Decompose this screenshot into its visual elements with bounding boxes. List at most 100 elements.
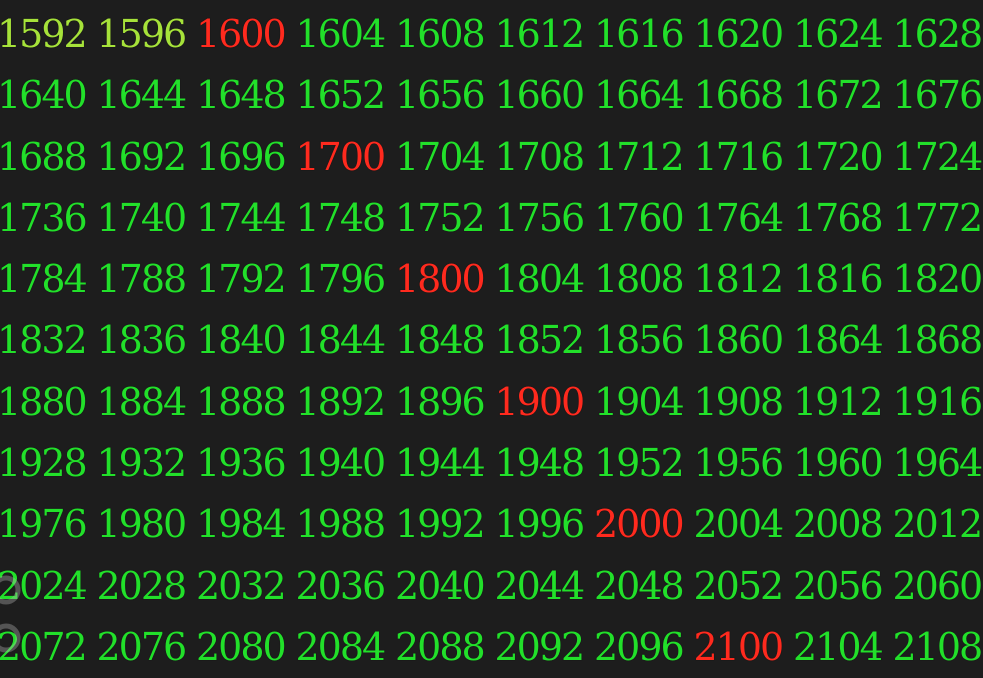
year-cell: 1724 [893,127,983,188]
year-cell: 2040 [395,556,495,617]
year-cell: 1624 [793,4,893,65]
year-cell: 1676 [893,65,983,126]
year-cell: 1836 [97,310,197,371]
year-cell: 1708 [495,127,595,188]
year-cell: 1868 [893,310,983,371]
year-cell: 1692 [97,127,197,188]
year-cell: 1764 [694,188,794,249]
year-cell: 1720 [793,127,893,188]
year-cell: 1640 [0,65,97,126]
year-cell: 1884 [97,372,197,433]
year-cell: 2088 [395,617,495,678]
year-cell: 1748 [296,188,396,249]
year-cell: 1656 [395,65,495,126]
year-cell: 1704 [395,127,495,188]
year-cell: 1932 [97,433,197,494]
year-cell-highlighted: 1700 [296,127,396,188]
year-cell: 1672 [793,65,893,126]
year-cell: 1628 [893,4,983,65]
year-cell: 1608 [395,4,495,65]
year-cell: 1616 [594,4,694,65]
year-cell: 1840 [196,310,296,371]
year-cell: 2008 [793,494,893,555]
year-cell: 1612 [495,4,595,65]
year-cell-highlighted: 2100 [694,617,794,678]
year-cell: 1752 [395,188,495,249]
year-cell: 1976 [0,494,97,555]
year-cell: 1796 [296,249,396,310]
year-cell: 2104 [793,617,893,678]
year-cell: 1808 [594,249,694,310]
year-cell: 1852 [495,310,595,371]
year-cell: 2012 [893,494,983,555]
year-cell: 1760 [594,188,694,249]
year-cell-highlighted: 1800 [395,249,495,310]
year-cell: 1804 [495,249,595,310]
year-cell: 1892 [296,372,396,433]
year-cell: 1984 [196,494,296,555]
year-cell: 1688 [0,127,97,188]
year-cell: 1596 [97,4,197,65]
year-cell: 1988 [296,494,396,555]
year-cell: 1784 [0,249,97,310]
year-cell: 1888 [196,372,296,433]
year-cell: 1940 [296,433,396,494]
year-cell: 1860 [694,310,794,371]
year-cell: 1960 [793,433,893,494]
year-cell: 1644 [97,65,197,126]
year-cell: 2060 [893,556,983,617]
year-cell: 1792 [196,249,296,310]
year-cell: 1772 [893,188,983,249]
year-cell: 2080 [196,617,296,678]
year-cell: 1912 [793,372,893,433]
year-cell: 2096 [594,617,694,678]
year-cell: 1812 [694,249,794,310]
year-cell: 1928 [0,433,97,494]
year-cell: 1964 [893,433,983,494]
year-cell-highlighted: 2000 [594,494,694,555]
year-cell: 1864 [793,310,893,371]
year-cell: 1696 [196,127,296,188]
year-cell: 1620 [694,4,794,65]
gear-icon [0,560,30,656]
year-cell: 1668 [694,65,794,126]
year-cell: 1768 [793,188,893,249]
year-cell: 1604 [296,4,396,65]
year-cell: 2044 [495,556,595,617]
year-cell: 1856 [594,310,694,371]
year-cell: 1736 [0,188,97,249]
year-cell: 1880 [0,372,97,433]
year-cell: 2048 [594,556,694,617]
year-cell: 1660 [495,65,595,126]
year-cell: 1744 [196,188,296,249]
year-cell: 2108 [893,617,983,678]
year-cell: 2032 [196,556,296,617]
year-cell: 1916 [893,372,983,433]
year-cell: 1832 [0,310,97,371]
year-cell: 1948 [495,433,595,494]
year-cell: 1956 [694,433,794,494]
year-cell: 1844 [296,310,396,371]
year-cell: 1944 [395,433,495,494]
year-cell: 1908 [694,372,794,433]
year-cell: 1652 [296,65,396,126]
year-cell: 1592 [0,4,97,65]
year-cell: 1648 [196,65,296,126]
year-cell: 2056 [793,556,893,617]
year-cell: 1980 [97,494,197,555]
year-cell: 2028 [97,556,197,617]
year-cell-highlighted: 1600 [196,4,296,65]
year-cell: 1712 [594,127,694,188]
year-cell: 1716 [694,127,794,188]
year-cell: 2084 [296,617,396,678]
year-cell: 1788 [97,249,197,310]
year-grid: 1592159616001604160816121616162016241628… [0,4,983,678]
year-cell: 2052 [694,556,794,617]
year-cell: 1664 [594,65,694,126]
year-cell: 1936 [196,433,296,494]
year-cell: 1820 [893,249,983,310]
year-cell: 1848 [395,310,495,371]
year-cell: 2092 [495,617,595,678]
year-cell-highlighted: 1900 [495,372,595,433]
year-cell: 2036 [296,556,396,617]
